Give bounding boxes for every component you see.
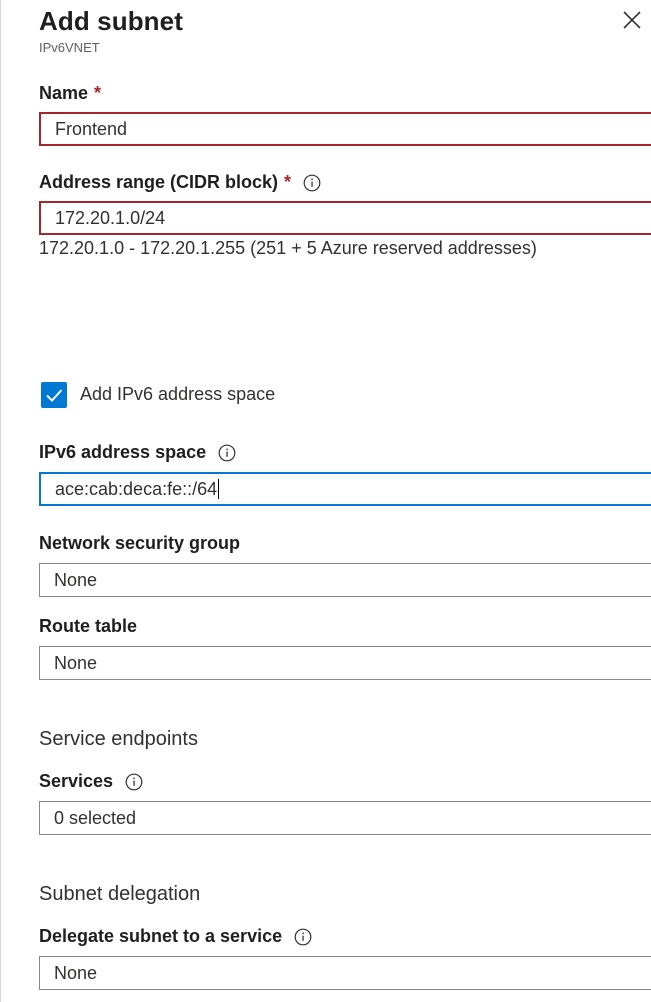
delegate-label-text: Delegate subnet to a service xyxy=(39,926,283,946)
add-ipv6-checkbox-label[interactable]: Add IPv6 address space xyxy=(80,384,275,405)
service-endpoints-heading: Service endpoints xyxy=(39,728,198,750)
nsg-label-text: Network security group xyxy=(39,533,241,553)
services-label: Services xyxy=(39,771,143,792)
panel-subtitle: IPv6VNET xyxy=(39,40,100,55)
delegate-dropdown-value: None xyxy=(54,962,98,983)
name-required-mark: * xyxy=(94,83,102,103)
address-range-input[interactable]: 172.20.1.0/24 xyxy=(39,201,651,235)
nsg-dropdown-value: None xyxy=(54,569,98,590)
address-range-helper: 172.20.1.0 - 172.20.1.255 (251 + 5 Azure… xyxy=(39,238,537,258)
ipv6-address-label: IPv6 address space xyxy=(39,442,236,463)
ipv6-address-input-value: ace:cab:deca:fe::/64 xyxy=(55,478,218,499)
address-range-input-value: 172.20.1.0/24 xyxy=(55,207,166,228)
route-table-label-text: Route table xyxy=(39,616,138,636)
services-label-text: Services xyxy=(39,771,114,791)
ipv6-address-label-text: IPv6 address space xyxy=(39,442,207,462)
subnet-delegation-heading: Subnet delegation xyxy=(39,883,201,905)
name-label-text: Name xyxy=(39,83,89,103)
info-icon[interactable] xyxy=(125,773,143,791)
nsg-label: Network security group xyxy=(39,533,240,554)
checkmark-icon xyxy=(46,389,63,402)
add-ipv6-checkbox[interactable] xyxy=(41,382,67,408)
address-range-label: Address range (CIDR block) * xyxy=(39,172,321,193)
delegate-dropdown[interactable]: None xyxy=(39,956,651,990)
close-button[interactable] xyxy=(617,6,647,36)
name-input-value: Frontend xyxy=(55,118,128,139)
nsg-dropdown[interactable]: None xyxy=(39,563,651,597)
text-caret xyxy=(218,479,220,499)
info-icon[interactable] xyxy=(294,928,312,946)
name-input[interactable]: Frontend xyxy=(39,112,651,146)
route-table-dropdown-value: None xyxy=(54,652,98,673)
ipv6-address-input[interactable]: ace:cab:deca:fe::/64 xyxy=(39,472,651,506)
services-dropdown[interactable]: 0 selected xyxy=(39,801,651,835)
info-icon[interactable] xyxy=(218,444,236,462)
add-subnet-panel: Add subnet IPv6VNET Name * Frontend Addr… xyxy=(0,0,651,1002)
close-icon xyxy=(623,11,641,29)
panel-title: Add subnet xyxy=(39,6,183,36)
info-icon[interactable] xyxy=(303,174,321,192)
services-dropdown-value: 0 selected xyxy=(54,807,137,828)
route-table-dropdown[interactable]: None xyxy=(39,646,651,680)
name-label: Name * xyxy=(39,83,101,104)
route-table-label: Route table xyxy=(39,616,137,637)
delegate-label: Delegate subnet to a service xyxy=(39,926,312,947)
address-range-label-text: Address range (CIDR block) xyxy=(39,172,279,192)
address-range-required-mark: * xyxy=(284,172,292,192)
